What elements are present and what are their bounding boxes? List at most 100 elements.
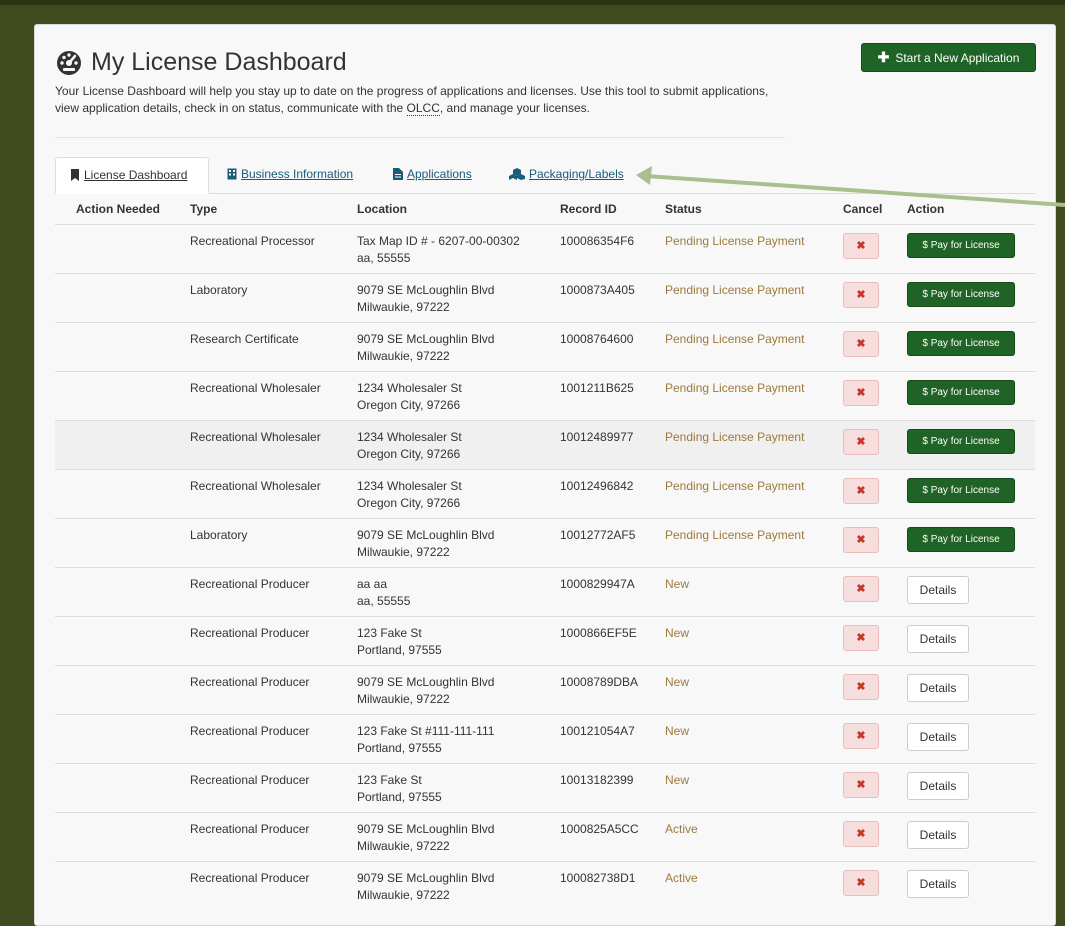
pay-for-license-button[interactable]: $ Pay for License [907,282,1015,307]
location-cell: 9079 SE McLoughlin Blvd Milwaukie, 97222 [349,812,552,862]
bookmark-icon [71,169,79,181]
location-cell: aa aa aa, 55555 [349,567,552,617]
details-button[interactable]: Details [907,821,969,849]
start-new-application-button[interactable]: ✚ Start a New Application [861,43,1036,72]
table-row: Laboratory 9079 SE McLoughlin Blvd Milwauk… [55,518,1035,568]
cancel-cell: ✖ [835,469,899,519]
action-needed-cell [55,714,182,764]
table-row: Laboratory 9079 SE McLoughlin Blvd Milwauk… [55,273,1035,323]
record-id-cell: 100086354F6 [552,224,657,274]
action-needed-cell [55,420,182,470]
tab-label: Applications [407,167,472,181]
cancel-x-icon[interactable]: ✖ [843,674,879,700]
action-cell: $ Pay for License [899,420,1035,470]
type-cell: Recreational Producer [182,861,349,911]
type-cell: Recreational Wholesaler [182,469,349,519]
cancel-x-icon[interactable]: ✖ [843,576,879,602]
status-cell: Active [657,812,835,862]
location-line1: Tax Map ID # - 6207-00-00302 [357,234,520,248]
action-needed-cell [55,763,182,813]
type-cell: Recreational Producer [182,665,349,715]
cancel-x-icon[interactable]: ✖ [843,527,879,553]
action-needed-cell [55,616,182,666]
location-line2: Oregon City, 97266 [357,398,461,412]
type-cell: Recreational Wholesaler [182,371,349,421]
pay-for-license-button[interactable]: $ Pay for License [907,527,1015,552]
details-button[interactable]: Details [907,674,969,702]
type-cell: Recreational Producer [182,714,349,764]
record-id-cell: 100082738D1 [552,861,657,911]
col-header-action: Action [899,194,1035,225]
details-button[interactable]: Details [907,772,969,800]
location-line2: Milwaukie, 97222 [357,300,450,314]
location-line1: 9079 SE McLoughlin Blvd [357,332,495,346]
action-cell: $ Pay for License [899,371,1035,421]
table-row: Recreational Producer aa aa aa, 55555 10008… [55,567,1035,617]
location-cell: 1234 Wholesaler St Oregon City, 97266 [349,371,552,421]
pay-for-license-button[interactable]: $ Pay for License [907,331,1015,356]
location-line2: Milwaukie, 97222 [357,349,450,363]
location-line2: Oregon City, 97266 [357,496,461,510]
location-line1: 1234 Wholesaler St [357,430,462,444]
status-cell: Pending License Payment [657,518,835,568]
action-cell: Details [899,763,1035,813]
details-button[interactable]: Details [907,625,969,653]
action-needed-cell [55,518,182,568]
building-icon [227,168,237,180]
cancel-x-icon[interactable]: ✖ [843,233,879,259]
pay-for-license-button[interactable]: $ Pay for License [907,380,1015,405]
cancel-x-icon[interactable]: ✖ [843,772,879,798]
olcc-abbreviation[interactable]: OLCC [406,101,440,116]
action-cell: Details [899,812,1035,862]
type-cell: Recreational Producer [182,763,349,813]
table-row: Recreational Producer 123 Fake St #111-11… [55,714,1035,764]
tab-applications[interactable]: Applications [379,157,486,193]
cancel-x-icon[interactable]: ✖ [843,331,879,357]
cancel-cell: ✖ [835,861,899,911]
location-cell: 9079 SE McLoughlin Blvd Milwaukie, 97222 [349,322,552,372]
type-cell: Recreational Producer [182,567,349,617]
record-id-cell: 1000866EF5E [552,616,657,666]
location-cell: 9079 SE McLoughlin Blvd Milwaukie, 97222 [349,861,552,911]
type-cell: Recreational Producer [182,616,349,666]
location-cell: 1234 Wholesaler St Oregon City, 97266 [349,420,552,470]
cancel-cell: ✖ [835,665,899,715]
location-line2: Portland, 97555 [357,790,442,804]
cancel-cell: ✖ [835,763,899,813]
dashboard-intro: Your License Dashboard will help you sta… [55,83,775,117]
location-line1: 9079 SE McLoughlin Blvd [357,675,495,689]
record-id-cell: 1001211B625 [552,371,657,421]
action-needed-cell [55,224,182,274]
cancel-x-icon[interactable]: ✖ [843,478,879,504]
cancel-x-icon[interactable]: ✖ [843,625,879,651]
record-id-cell: 10012489977 [552,420,657,470]
details-button[interactable]: Details [907,576,969,604]
details-button[interactable]: Details [907,723,969,751]
location-line2: Milwaukie, 97222 [357,839,450,853]
cancel-x-icon[interactable]: ✖ [843,282,879,308]
intro-text-end: , and manage your licenses. [439,101,590,115]
table-row: Recreational Producer 9079 SE McLoughlin … [55,861,1035,911]
status-cell: New [657,714,835,764]
pay-for-license-button[interactable]: $ Pay for License [907,429,1015,454]
location-line2: aa, 55555 [357,594,411,608]
dashboard-panel: My License Dashboard Your License Dashbo… [34,24,1056,926]
tab-packaging-labels[interactable]: Packaging/Labels [495,157,638,193]
status-cell: New [657,665,835,715]
tab-business-information[interactable]: Business Information [213,157,367,193]
tab-license-dashboard[interactable]: License Dashboard [55,157,209,194]
cancel-x-icon[interactable]: ✖ [843,870,879,896]
tab-label: Business Information [241,167,354,181]
cubes-icon [509,168,525,180]
cancel-x-icon[interactable]: ✖ [843,429,879,455]
details-button[interactable]: Details [907,870,969,898]
type-cell: Research Certificate [182,322,349,372]
cancel-x-icon[interactable]: ✖ [843,821,879,847]
pay-for-license-button[interactable]: $ Pay for License [907,233,1015,258]
cancel-x-icon[interactable]: ✖ [843,380,879,406]
location-cell: 9079 SE McLoughlin Blvd Milwaukie, 97222 [349,518,552,568]
cancel-x-icon[interactable]: ✖ [843,723,879,749]
action-cell: $ Pay for License [899,322,1035,372]
status-cell: New [657,763,835,813]
pay-for-license-button[interactable]: $ Pay for License [907,478,1015,503]
